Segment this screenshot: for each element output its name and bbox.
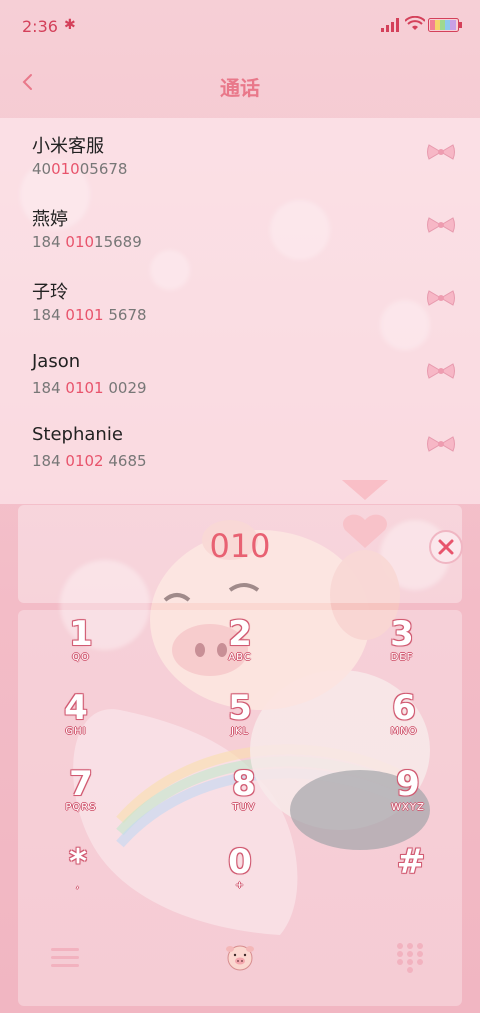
delete-icon[interactable]: [428, 529, 464, 565]
contact-number: 184 0101 5678: [32, 306, 147, 324]
keypad-grid-icon[interactable]: [396, 942, 424, 974]
contact-number: 184 0102 4685: [32, 452, 147, 470]
page-title: 通话: [220, 76, 260, 100]
dial-input-panel: 010: [18, 505, 464, 603]
dial-input[interactable]: 010: [18, 527, 462, 565]
contact-item[interactable]: 燕婷 184 01015689: [0, 191, 480, 263]
contact-list: 小米客服 4001005678 燕婷 184 01015689 子玲 184 0…: [0, 118, 480, 504]
bow-icon[interactable]: [426, 215, 456, 235]
bow-icon[interactable]: [426, 361, 456, 381]
key-3[interactable]: 3 DEF: [354, 614, 450, 684]
key-9[interactable]: 9 WXYZ: [360, 764, 456, 834]
bluetooth-icon: ✱: [64, 17, 76, 33]
bow-icon[interactable]: [426, 434, 456, 454]
contact-number: 184 0101 0029: [32, 379, 147, 397]
key-2[interactable]: 2 ABC: [192, 614, 288, 684]
wifi-icon: [405, 16, 425, 30]
bow-icon[interactable]: [426, 288, 456, 308]
battery-icon: [428, 18, 462, 32]
key-hash[interactable]: #: [363, 842, 459, 912]
key-star[interactable]: *,: [30, 842, 126, 912]
key-8[interactable]: 8 TUV: [196, 764, 292, 834]
key-0[interactable]: 0 +: [192, 842, 288, 912]
signal-icon: [381, 18, 399, 32]
contact-item[interactable]: 小米客服 4001005678: [0, 118, 480, 190]
contact-name: 子玲: [32, 282, 68, 303]
contact-number: 4001005678: [32, 160, 128, 178]
contact-name: 燕婷: [32, 209, 68, 230]
contact-name: Jason: [32, 351, 81, 372]
contact-name: 小米客服: [32, 136, 104, 157]
contact-number: 184 01015689: [32, 233, 142, 251]
contact-item[interactable]: Jason 184 0101 0029: [0, 337, 480, 409]
contact-item[interactable]: 子玲 184 0101 5678: [0, 264, 480, 336]
pig-icon[interactable]: [222, 942, 258, 972]
key-7[interactable]: 7 PQRS: [33, 764, 129, 834]
status-time: 2:36: [22, 17, 58, 36]
contact-name: Stephanie: [32, 424, 123, 445]
menu-icon[interactable]: [50, 944, 80, 972]
key-4[interactable]: 4 GHI: [28, 688, 124, 758]
bow-icon[interactable]: [426, 142, 456, 162]
contact-item[interactable]: Stephanie 184 0102 4685: [0, 410, 480, 482]
key-5[interactable]: 5 JKL: [192, 688, 288, 758]
key-1[interactable]: 1 QO: [33, 614, 129, 684]
bottom-bar: [18, 930, 462, 1000]
header: 通话: [0, 60, 480, 110]
key-6[interactable]: 6 MNO: [356, 688, 452, 758]
status-bar: 2:36 ✱: [0, 0, 480, 52]
